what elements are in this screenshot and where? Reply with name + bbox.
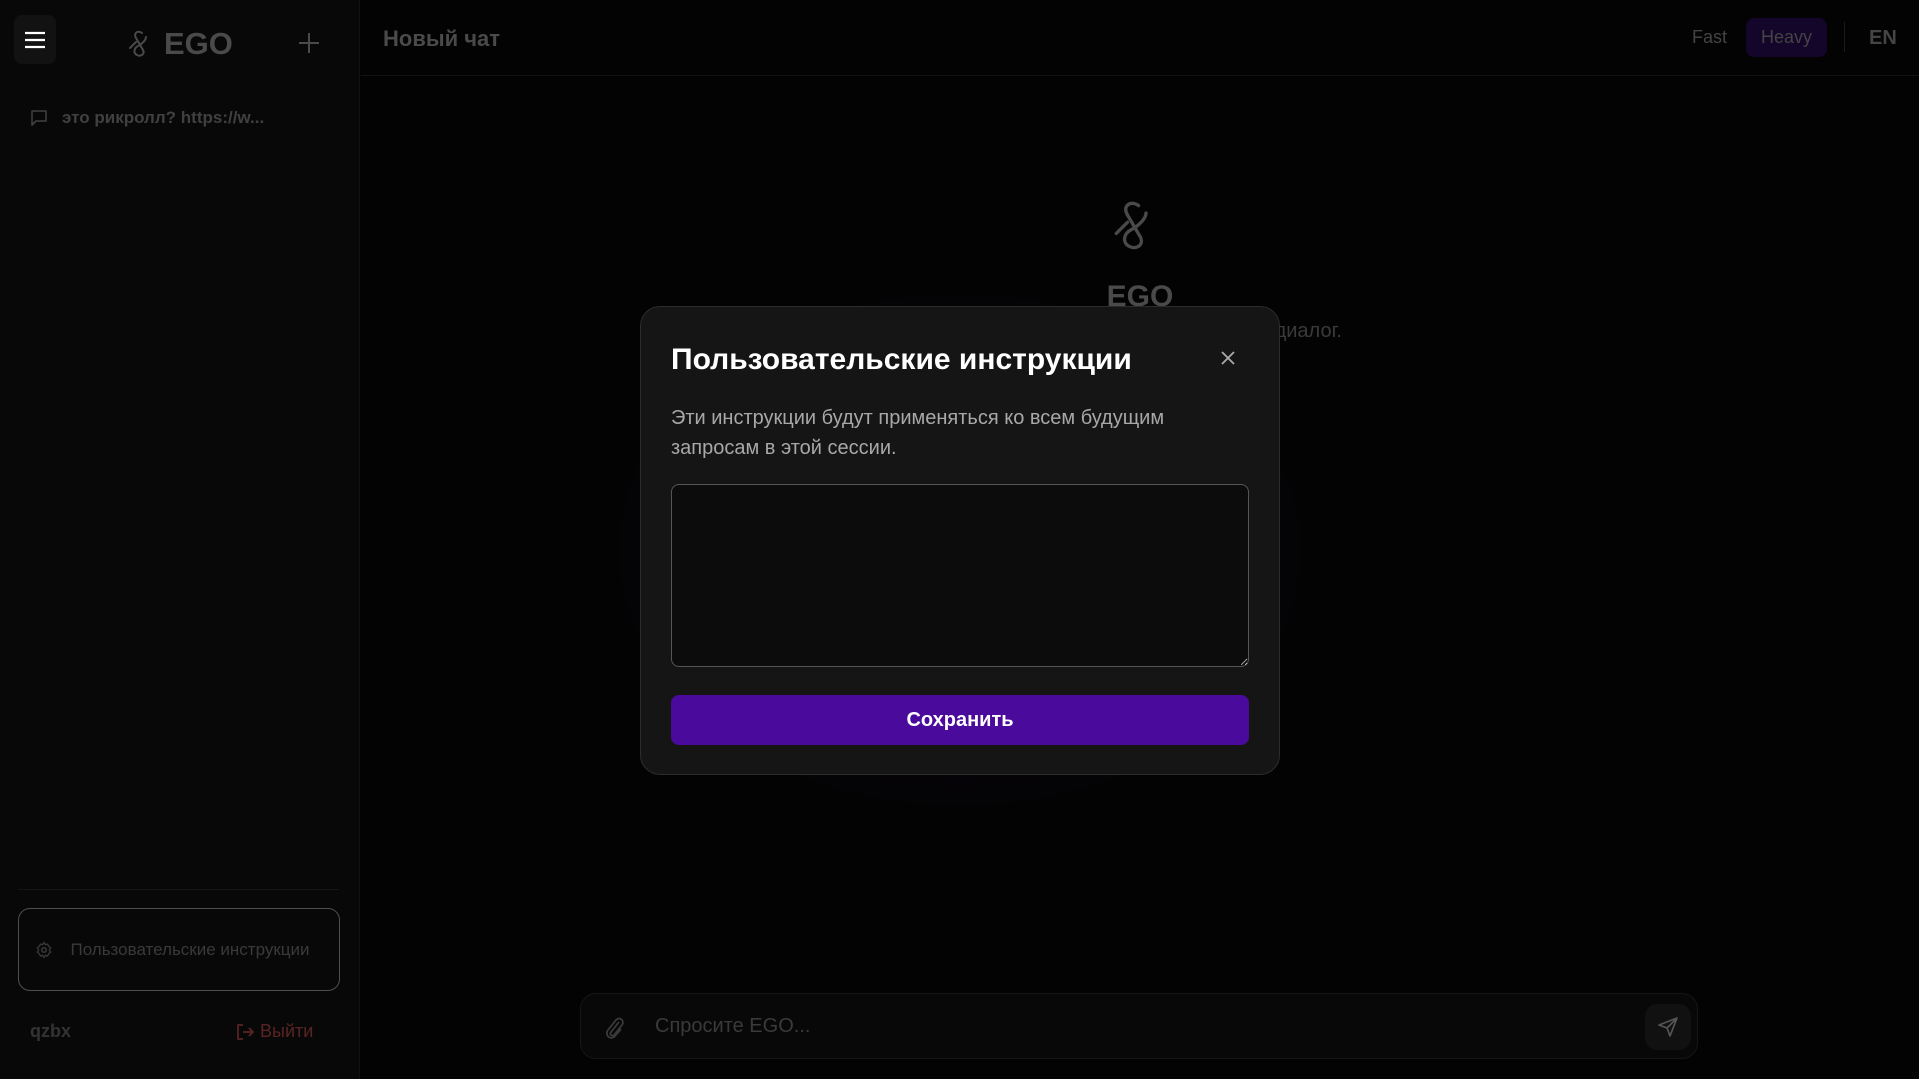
plus-icon [299, 33, 319, 53]
header-separator [1844, 22, 1845, 52]
brand-logo: EGO [128, 26, 233, 62]
custom-instructions-modal: Пользовательские инструкции Эти инструкц… [640, 306, 1280, 775]
mode-fast-button[interactable]: Fast [1677, 18, 1742, 57]
ego-logo-icon [129, 30, 147, 57]
modal-title: Пользовательские инструкции [671, 343, 1132, 376]
custom-instructions-label: Пользовательские инструкции [70, 940, 310, 959]
mode-heavy-button[interactable]: Heavy [1746, 18, 1828, 57]
center-logo [1110, 200, 1156, 257]
menu-button[interactable] [14, 15, 56, 64]
save-button[interactable]: Сохранить [671, 695, 1249, 745]
brand-name: EGO [164, 26, 233, 61]
send-button[interactable] [1645, 1004, 1691, 1050]
send-icon [1658, 1017, 1678, 1037]
logout-button[interactable]: Выйти [236, 1021, 313, 1042]
message-input[interactable] [655, 1006, 1605, 1046]
modal-description: Эти инструкции будут применяться ко всем… [671, 407, 1165, 459]
new-chat-button[interactable] [298, 26, 320, 60]
sidebar: EGO это рикролл? https://w... Пользовате… [0, 0, 360, 1079]
close-icon[interactable] [1217, 347, 1239, 369]
chat-bubble-icon [31, 110, 47, 126]
gear-icon [36, 941, 52, 959]
chat-list-item[interactable]: это рикролл? https://w... [30, 108, 264, 128]
top-bar: Новый чат Fast Heavy EN [361, 0, 1919, 76]
hamburger-icon [25, 31, 45, 48]
sidebar-divider [18, 889, 339, 890]
paperclip-icon[interactable] [603, 1014, 625, 1040]
language-toggle[interactable]: EN [1869, 27, 1897, 50]
page-title: Новый чат [383, 26, 501, 51]
logout-icon [237, 1023, 254, 1040]
logout-label: Выйти [260, 1021, 314, 1041]
username: qzbx [30, 1021, 72, 1041]
welcome-subtitle: диалог. [1274, 320, 1342, 342]
ego-logo-icon [1114, 201, 1148, 250]
instructions-textarea[interactable] [671, 484, 1249, 667]
custom-instructions-button[interactable]: Пользовательские инструкции [18, 908, 340, 991]
composer [580, 993, 1698, 1059]
chat-title: это рикролл? https://w... [62, 108, 265, 127]
